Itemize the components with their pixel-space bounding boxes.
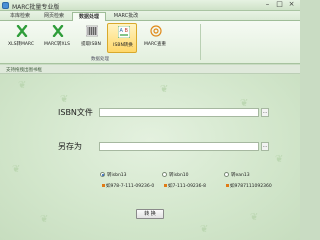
marc-dedup-button[interactable]: MARC查重 (140, 23, 170, 53)
svg-text:A: A (120, 28, 124, 34)
radio-dot[interactable] (162, 172, 167, 177)
main-panel: ❦ ❦ ❦ ❦ ❦ ❦ ❦ ❦ ❦ ISBN文件 … 另存为 … 转isbn13… (0, 74, 300, 240)
barcode-icon (86, 25, 98, 37)
close-button[interactable]: × (286, 1, 297, 9)
isbn13-example: 如978-7-111-09236-0 (102, 183, 154, 189)
tab-marc-edit[interactable]: MARC批改 (108, 12, 144, 21)
radio-dot[interactable] (224, 172, 229, 177)
isbn10-example: 如7-111-09236-8 (164, 183, 206, 189)
radio-dot[interactable] (100, 172, 105, 177)
ribbon-button-label: ISBN转换 (113, 43, 133, 48)
convert-button[interactable]: 转 换 (136, 209, 164, 219)
title-bar: MARC批量专业版 – □ × (0, 0, 300, 11)
ribbon-tabs: 本库检索 网页检索 数据处理 MARC批改 (0, 11, 300, 21)
marc-to-xls-button[interactable]: MARC转XLS (42, 23, 72, 53)
isbn-convert-button[interactable]: A B ISBN转换 (107, 23, 137, 53)
tab-web-search[interactable]: 网页检索 (38, 12, 70, 21)
maximize-button[interactable]: □ (274, 1, 285, 9)
tab-data-processing[interactable]: 数据处理 (72, 12, 106, 21)
radio-label: 转ean13 (231, 173, 250, 178)
example-text: 如978-7-111-09236-0 (106, 184, 155, 189)
ean13-example: 如9787111092360 (226, 183, 272, 189)
extract-isbn-button[interactable]: 提取ISBN (76, 23, 106, 53)
ribbon-group-separator (200, 24, 201, 60)
ribbon-button-label: XLS转MARC (8, 42, 34, 47)
excel-x-icon (16, 25, 28, 37)
ribbon-group-label: 数据处理 (91, 57, 109, 62)
tab-local-search[interactable]: 本库检索 (4, 12, 36, 21)
ribbon-button-label: MARC查重 (143, 42, 166, 47)
butterfly-decoration: ❦ (275, 154, 284, 165)
info-strip: 支持拖拽出图书框 (0, 65, 300, 74)
butterfly-decoration: ❦ (250, 212, 259, 223)
app-icon (2, 2, 9, 9)
window-title: MARC批量专业版 (12, 4, 60, 11)
example-marker-icon (164, 184, 167, 187)
example-text: 如9787111092360 (230, 184, 272, 189)
ribbon-button-label: 提取ISBN (81, 42, 101, 47)
save-as-input[interactable] (99, 142, 259, 151)
excel-x-icon (52, 25, 64, 37)
butterfly-decoration: ❦ (18, 80, 27, 91)
isbn-file-input[interactable] (99, 108, 259, 117)
at-sign-icon (150, 25, 162, 37)
butterfly-decoration: ❦ (60, 94, 69, 105)
butterfly-decoration: ❦ (160, 84, 169, 95)
butterfly-decoration: ❦ (200, 224, 209, 235)
isbn-file-label: ISBN文件 (58, 108, 93, 117)
ribbon: XLS转MARC MARC转XLS 提取ISBN A B ISBN转换 MARC… (0, 21, 300, 64)
save-as-browse-button[interactable]: … (261, 142, 269, 151)
example-text: 如7-111-09236-8 (168, 184, 207, 189)
radio-label: 转isbn13 (107, 173, 127, 178)
ab-convert-icon: A B (118, 26, 130, 38)
format-radio-group: 转isbn13 转isbn10 转ean13 (100, 171, 270, 181)
minimize-button[interactable]: – (262, 1, 273, 9)
isbn-file-browse-button[interactable]: … (261, 108, 269, 117)
example-marker-icon (226, 184, 229, 187)
info-text: 支持拖拽出图书框 (6, 68, 42, 73)
radio-label: 转isbn10 (169, 173, 189, 178)
ribbon-button-label: MARC转XLS (44, 42, 70, 47)
example-marker-icon (102, 184, 105, 187)
butterfly-decoration: ❦ (40, 214, 49, 225)
xls-to-marc-button[interactable]: XLS转MARC (6, 23, 36, 53)
save-as-label: 另存为 (58, 142, 82, 151)
svg-text:B: B (125, 28, 129, 34)
butterfly-decoration: ❦ (12, 164, 21, 175)
